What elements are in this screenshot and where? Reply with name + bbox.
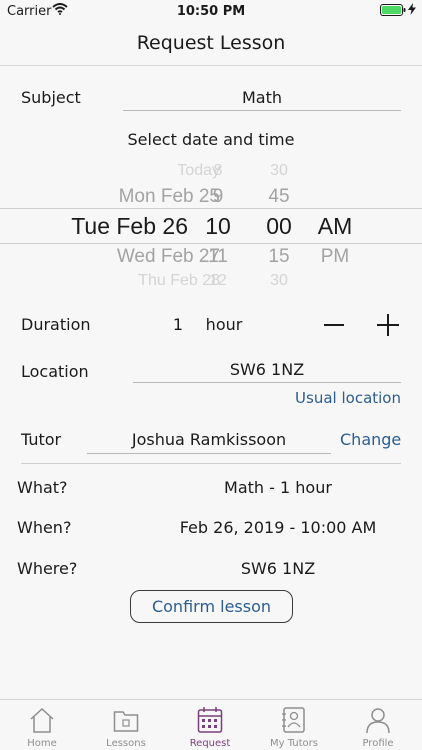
folder-icon — [113, 711, 139, 732]
duration-label: Duration — [21, 315, 91, 334]
increase-duration-button[interactable] — [376, 313, 400, 337]
picker-hour-selected[interactable]: 10 — [196, 213, 240, 240]
picker-day-option[interactable]: Thu Feb 28 — [40, 272, 220, 288]
picker-hour-option[interactable]: 9 — [196, 186, 240, 208]
plus-icon — [377, 314, 399, 336]
subject-underline — [123, 110, 401, 111]
subject-label: Subject — [21, 88, 81, 107]
tab-lessons[interactable]: Lessons — [84, 700, 168, 750]
tab-lessons-label: Lessons — [106, 738, 146, 749]
location-underline — [133, 382, 401, 383]
tab-home[interactable]: Home — [0, 700, 84, 750]
tab-my-tutors-label: My Tutors — [269, 738, 318, 749]
tab-profile-label: Profile — [362, 738, 394, 749]
home-icon — [30, 707, 54, 733]
picker-hour-option[interactable]: 12 — [196, 272, 240, 288]
when-value: Feb 26, 2019 - 10:00 AM — [179, 518, 377, 537]
minus-icon — [324, 324, 344, 326]
duration-value: 1 — [172, 315, 184, 334]
where-value: SW6 1NZ — [240, 559, 316, 578]
section-divider — [21, 463, 401, 464]
picker-hour-option[interactable]: 8 — [196, 162, 240, 180]
tab-request[interactable]: Request — [168, 700, 252, 750]
navigation-bar: Request Lesson — [0, 24, 422, 66]
date-time-heading: Select date and time — [127, 130, 295, 149]
picker-day-option[interactable]: Wed Feb 27 — [40, 246, 220, 268]
confirm-lesson-button[interactable]: Confirm lesson — [130, 590, 293, 623]
tab-request-label: Request — [189, 738, 231, 749]
charging-bolt-icon — [408, 3, 416, 18]
picker-minute-option[interactable]: 45 — [252, 186, 306, 208]
subject-field[interactable]: Math — [123, 88, 401, 107]
picker-hour-option[interactable]: 11 — [196, 246, 240, 268]
usual-location-link[interactable]: Usual location — [290, 389, 401, 407]
picker-minute-option[interactable]: 30 — [252, 272, 306, 288]
tab-profile[interactable]: Profile — [336, 700, 420, 750]
status-bar: Carrier 10:50 PM — [0, 0, 422, 24]
tutor-field[interactable]: Joshua Ramkissoon — [87, 430, 331, 449]
battery-icon — [380, 4, 406, 20]
picker-day-selected[interactable]: Tue Feb 26 — [38, 213, 188, 240]
location-label: Location — [21, 362, 89, 381]
calendar-icon — [197, 707, 223, 733]
when-label: When? — [17, 518, 72, 537]
tab-bar: Home Lessons Request My Tutors Profile — [0, 699, 422, 750]
where-label: Where? — [17, 559, 78, 578]
picker-minute-selected[interactable]: 00 — [252, 213, 306, 240]
date-time-picker[interactable]: Today Mon Feb 25 Tue Feb 26 Wed Feb 27 T… — [0, 160, 422, 288]
duration-unit: hour — [205, 315, 243, 334]
what-label: What? — [17, 478, 68, 497]
picker-ampm-selected[interactable]: AM — [312, 213, 358, 240]
picker-minute-option[interactable]: 30 — [252, 162, 306, 180]
what-value: Math - 1 hour — [224, 478, 332, 497]
location-field[interactable]: SW6 1NZ — [133, 360, 401, 379]
picker-day-option[interactable]: Mon Feb 25 — [40, 186, 220, 208]
person-icon — [366, 708, 390, 734]
tab-home-label: Home — [27, 738, 57, 749]
tutor-underline — [87, 453, 331, 454]
picker-minute-option[interactable]: 15 — [252, 246, 306, 268]
decrease-duration-button[interactable] — [322, 313, 346, 337]
picker-day-option[interactable]: Today — [40, 162, 220, 180]
page-title: Request Lesson — [136, 32, 286, 54]
tutor-label: Tutor — [21, 430, 62, 449]
change-tutor-link[interactable]: Change — [340, 430, 401, 449]
clock: 10:50 PM — [176, 4, 246, 19]
tab-my-tutors[interactable]: My Tutors — [252, 700, 336, 750]
tutors-icon — [282, 707, 305, 733]
picker-ampm-option[interactable]: PM — [312, 246, 358, 268]
